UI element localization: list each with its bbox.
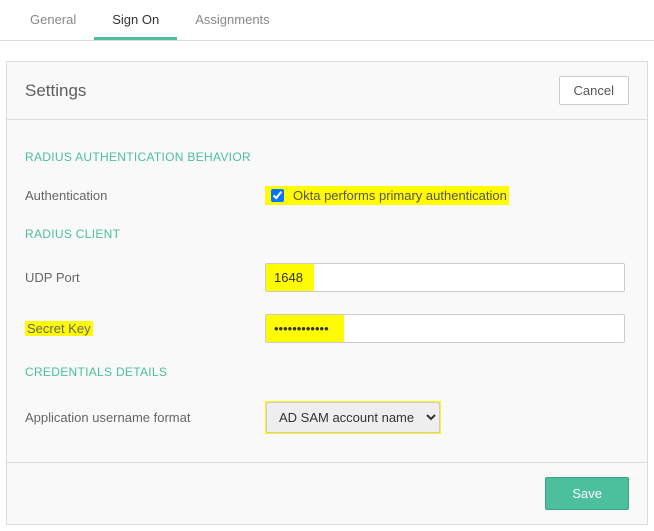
tab-general[interactable]: General: [12, 0, 94, 40]
settings-header: Settings Cancel: [7, 62, 647, 120]
tab-sign-on[interactable]: Sign On: [94, 0, 177, 40]
checkbox-okta-primary-auth-label: Okta performs primary authentication: [293, 188, 507, 203]
label-udp-port: UDP Port: [25, 270, 265, 285]
section-radius-auth-behavior: RADIUS AUTHENTICATION BEHAVIOR: [25, 150, 629, 164]
label-app-username-format: Application username format: [25, 410, 265, 425]
row-secret-key: Secret Key: [25, 314, 629, 343]
cancel-button[interactable]: Cancel: [559, 76, 629, 105]
settings-footer: Save: [7, 462, 647, 524]
panel-title: Settings: [25, 81, 86, 101]
save-button[interactable]: Save: [545, 477, 629, 510]
row-udp-port: UDP Port: [25, 263, 629, 292]
section-radius-client: RADIUS CLIENT: [25, 227, 629, 241]
tab-bar: General Sign On Assignments: [0, 0, 654, 41]
input-secret-key[interactable]: [265, 314, 625, 343]
label-secret-key: Secret Key: [25, 321, 265, 336]
checkbox-okta-primary-auth[interactable]: [271, 189, 284, 202]
section-credentials-details: CREDENTIALS DETAILS: [25, 365, 629, 379]
row-authentication: Authentication Okta performs primary aut…: [25, 186, 629, 205]
input-udp-port[interactable]: [265, 263, 625, 292]
row-app-username-format: Application username format AD SAM accou…: [25, 401, 629, 434]
settings-panel: Settings Cancel RADIUS AUTHENTICATION BE…: [6, 61, 648, 525]
select-app-username-format[interactable]: AD SAM account name: [266, 402, 440, 433]
settings-body: RADIUS AUTHENTICATION BEHAVIOR Authentic…: [7, 120, 647, 462]
label-authentication: Authentication: [25, 188, 265, 203]
tab-assignments[interactable]: Assignments: [177, 0, 287, 40]
